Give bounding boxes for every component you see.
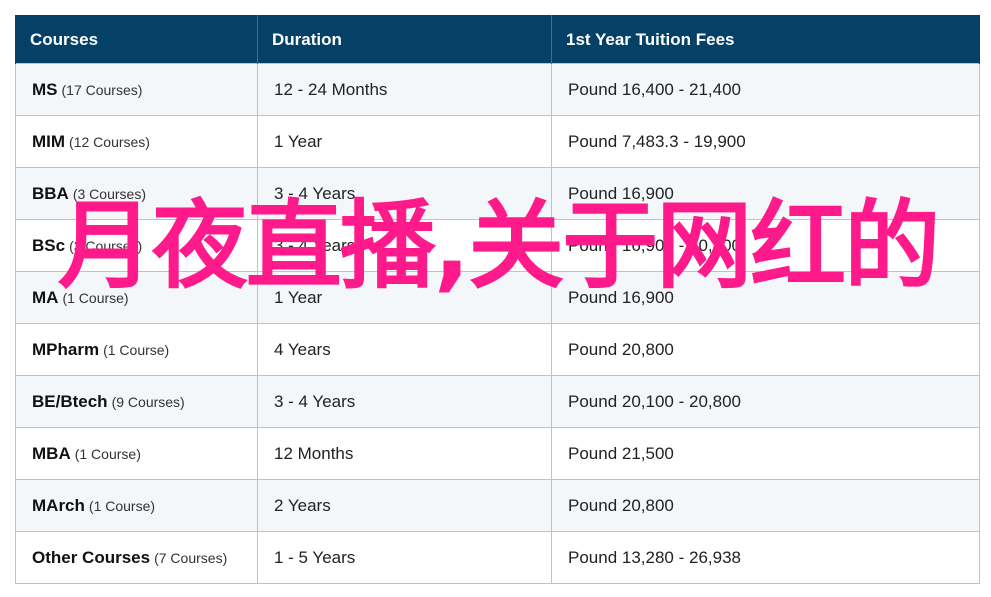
course-count: (1 Course) (74, 445, 141, 462)
cell-fees: Pound 16,900 - 20,800 (551, 219, 980, 272)
course-count: (12 Courses) (69, 133, 150, 150)
table-row: MIM (12 Courses) 1 Year Pound 7,483.3 - 19,… (15, 115, 980, 168)
cell-fees: Pound 21,500 (551, 427, 980, 480)
course-name: MS (32, 79, 58, 99)
course-count: (9 Courses) (111, 393, 185, 410)
course-name: BSc (32, 235, 66, 255)
cell-course: MA (1 Course) (15, 271, 258, 324)
cell-course: BBA (3 Courses) (15, 167, 258, 220)
cell-fees: Pound 16,900 (551, 167, 980, 220)
course-name: BE/Btech (32, 391, 108, 411)
course-name: MBA (32, 443, 71, 463)
course-count: (1 Course) (88, 497, 156, 514)
table-row: MArch (1 Course) 2 Years Pound 20,800 (15, 479, 980, 532)
course-count: (1 Course) (62, 289, 129, 306)
header-fees: 1st Year Tuition Fees (551, 15, 980, 64)
table-row: BBA (3 Courses) 3 - 4 Years Pound 16,900 (15, 167, 980, 220)
header-duration: Duration (257, 15, 552, 64)
cell-fees: Pound 16,900 (551, 271, 980, 324)
cell-fees: Pound 13,280 - 26,938 (551, 531, 980, 584)
cell-fees: Pound 20,800 (551, 323, 980, 376)
table-row: Other Courses (7 Courses) 1 - 5 Years Pound… (15, 531, 980, 584)
cell-fees: Pound 7,483.3 - 19,900 (551, 115, 980, 168)
course-count: (7 Courses) (154, 549, 228, 566)
cell-duration: 4 Years (257, 323, 552, 376)
cell-duration: 2 Years (257, 479, 552, 532)
cell-fees: Pound 20,100 - 20,800 (551, 375, 980, 428)
cell-course: MPharm (1 Course) (15, 323, 258, 376)
cell-duration: 3 - 4 Years (257, 375, 552, 428)
course-name: MPharm (32, 339, 100, 359)
table-row: MPharm (1 Course) 4 Years Pound 20,800 (15, 323, 980, 376)
cell-fees: Pound 20,800 (551, 479, 980, 532)
course-name: MA (32, 287, 59, 307)
course-name: BBA (32, 183, 69, 203)
cell-course: MBA (1 Course) (15, 427, 258, 480)
cell-duration: 3 - 4 Years (257, 167, 552, 220)
table-row: MBA (1 Course) 12 Months Pound 21,500 (15, 427, 980, 480)
cell-duration: 12 - 24 Months (257, 63, 552, 116)
course-name: MIM (32, 131, 66, 151)
course-name: Other Courses (32, 547, 151, 567)
course-count: (1 Course) (103, 341, 170, 358)
table-body: MS (17 Courses) 12 - 24 Months Pound 16,400… (15, 63, 980, 584)
table-header: Courses Duration 1st Year Tuition Fees (15, 15, 980, 64)
header-row: Courses Duration 1st Year Tuition Fees (15, 15, 980, 64)
cell-duration: 1 Year (257, 115, 552, 168)
cell-duration: 3 - 4 Years (257, 219, 552, 272)
cell-course: Other Courses (7 Courses) (15, 531, 258, 584)
course-count: (3 Courses) (72, 185, 146, 202)
cell-course: MIM (12 Courses) (15, 115, 258, 168)
course-name: MArch (32, 495, 85, 515)
table-row: BSc (3 Courses) 3 - 4 Years Pound 16,900 - … (15, 219, 980, 272)
cell-course: BE/Btech (9 Courses) (15, 375, 258, 428)
cell-duration: 1 Year (257, 271, 552, 324)
table-row: MA (1 Course) 1 Year Pound 16,900 (15, 271, 980, 324)
cell-course: MArch (1 Course) (15, 479, 258, 532)
cell-fees: Pound 16,400 - 21,400 (551, 63, 980, 116)
course-fees-table-container: Courses Duration 1st Year Tuition Fees M… (15, 15, 980, 584)
cell-duration: 1 - 5 Years (257, 531, 552, 584)
course-count: (17 Courses) (61, 81, 143, 98)
table-row: MS (17 Courses) 12 - 24 Months Pound 16,400… (15, 63, 980, 116)
table-row: BE/Btech (9 Courses) 3 - 4 Years Pound 20,1… (15, 375, 980, 428)
cell-duration: 12 Months (257, 427, 552, 480)
course-count: (3 Courses) (69, 237, 143, 254)
cell-course: MS (17 Courses) (15, 63, 258, 116)
course-fees-table: Courses Duration 1st Year Tuition Fees M… (15, 15, 980, 584)
header-courses: Courses (15, 15, 258, 64)
cell-course: BSc (3 Courses) (15, 219, 258, 272)
